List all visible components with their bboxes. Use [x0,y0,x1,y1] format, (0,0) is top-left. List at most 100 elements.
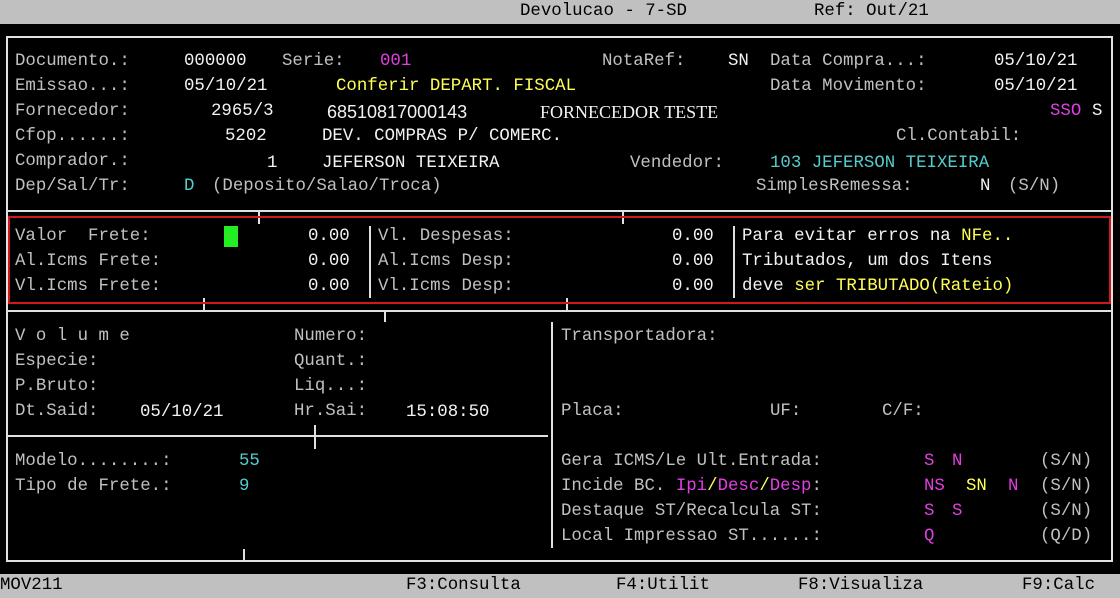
incide-field-desc[interactable]: SN [966,474,987,499]
destaque-st-field-2[interactable]: S [952,499,962,524]
comprador-label: Comprador.: [15,152,130,171]
cf-label: C/F: [882,402,924,421]
cfop-description: DEV. COMPRAS P/ COMERC. [322,127,563,146]
comprador-code-field[interactable]: 1 [267,151,277,176]
divider-freight [6,310,1113,312]
hr-sai-field[interactable]: 15:08:50 [406,400,490,425]
modelo-label: Modelo........: [15,452,172,471]
data-compra-field[interactable]: 05/10/21 [994,49,1078,74]
destaque-st-field-1[interactable]: S [924,499,934,524]
vl-icms-desp-label: Vl.Icms Desp: [378,277,514,296]
vendedor-field[interactable]: 103 JEFERSON TEIXEIRA [770,151,989,176]
local-impressao-field[interactable]: Q [924,524,934,549]
conferir-message: Conferir DEPART. FISCAL [336,77,577,96]
fornecedor-name: FORNECEDOR TESTE [540,102,719,122]
al-icms-desp-field[interactable]: 0.00 [672,249,714,274]
modelo-field[interactable]: 55 [239,449,260,474]
vl-icms-frete-label: Vl.Icms Frete: [15,277,162,296]
gera-icms-options: (S/N) [1040,452,1093,471]
warning-line-2: Tributados, um dos Itens [742,252,993,271]
uf-label: UF: [770,402,802,421]
tick-mark [384,310,386,322]
emissao-field[interactable]: 05/10/21 [184,74,268,99]
destaque-st-options: (S/N) [1040,502,1093,521]
program-code: MOV211 [0,576,63,595]
divider-volume [8,435,548,437]
volume-heading: V o l u m e [15,327,130,346]
vl-despesas-field[interactable]: 0.00 [672,224,714,249]
dt-said-label: Dt.Said: [15,402,99,421]
vl-despesas-label: Vl. Despesas: [378,227,514,246]
incide-bc-line: Incide BC. Ipi/Desc/Desp: [561,474,822,499]
liq-label: Liq...: [294,377,368,396]
reference-period: Ref: Out/21 [814,2,929,21]
tipo-frete-field[interactable]: 9 [239,474,249,499]
serie-label: Serie: [282,52,345,71]
f8-visualiza-key[interactable]: F8:Visualiza [798,574,923,598]
f9-calc-key[interactable]: F9:Calc [1022,574,1095,598]
al-icms-desp-label: Al.Icms Desp: [378,252,514,271]
dep-sal-tr-options: (Deposito/Salao/Troca) [212,177,442,196]
warning-line-3-text: deve [742,277,795,296]
cl-contabil-label: Cl.Contabil: [896,127,1022,146]
hr-sai-label: Hr.Sai: [294,402,368,421]
valor-frete-label: Valor Frete: [15,227,151,246]
sso-flag-last: S [1092,102,1103,121]
incide-field-desp[interactable]: N [1008,474,1018,499]
incide-desc: Desc [717,477,760,496]
cfop-field[interactable]: 5202 [225,124,267,149]
dep-sal-tr-field[interactable]: D [184,174,194,199]
simples-remessa-field[interactable]: N [980,174,990,199]
local-impressao-options: (Q/D) [1040,527,1093,546]
divider-transport [551,322,553,548]
fornecedor-label: Fornecedor: [15,102,130,121]
warning-tributado: ser TRIBUTADO(Rateio) [794,277,1014,296]
gera-icms-field-1[interactable]: S [924,449,934,474]
simples-remessa-label: SimplesRemessa: [756,177,913,196]
sso-flags: SSO [1050,102,1082,121]
incide-slash-1: / [707,477,718,496]
warning-line-1-text: Para evitar erros na [742,227,962,246]
documento-field[interactable]: 000000 [184,49,247,74]
vl-icms-desp-field[interactable]: 0.00 [672,274,714,299]
destaque-st-label: Destaque ST/Recalcula ST: [561,502,822,521]
divider-header [6,210,1113,212]
vl-icms-frete-field[interactable]: 0.00 [308,274,350,299]
warning-nfe: NFe.. [961,227,1014,246]
data-movimento-field[interactable]: 05/10/21 [994,74,1078,99]
data-compra-label: Data Compra...: [770,52,927,71]
function-key-bar: MOV211 F3:Consulta F4:Utilit F8:Visualiz… [0,574,1120,598]
incide-slash-2: / [759,477,770,496]
numero-label: Numero: [294,327,368,346]
valor-frete-field[interactable]: 0.00 [308,224,350,249]
vendedor-label: Vendedor: [630,154,724,173]
dep-sal-tr-label: Dep/Sal/Tr: [15,177,130,196]
gera-icms-field-2[interactable]: N [952,449,962,474]
data-movimento-label: Data Movimento: [770,77,927,96]
incide-ipi: Ipi [675,477,708,496]
incide-options: (S/N) [1040,477,1093,496]
placa-label: Placa: [561,402,624,421]
title-bar: Devolucao - 7-SD Ref: Out/21 [0,0,1120,24]
f3-consulta-key[interactable]: F3:Consulta [406,574,521,598]
incide-colon: : [811,477,822,496]
documento-label: Documento.: [15,52,130,71]
text-cursor [224,226,238,247]
notaref-field[interactable]: SN [728,49,749,74]
emissao-label: Emissao...: [15,77,130,96]
comprador-name: JEFERSON TEIXEIRA [322,154,500,173]
tick-mark [314,425,316,449]
tipo-frete-label: Tipo de Frete.: [15,477,172,496]
incide-field-ipi[interactable]: NS [924,474,945,499]
fornecedor-code-field[interactable]: 2965/3 [211,99,274,124]
warning-line-3: deve ser TRIBUTADO(Rateio) [742,274,1013,299]
al-icms-frete-label: Al.Icms Frete: [15,252,162,271]
dt-said-field[interactable]: 05/10/21 [140,400,224,425]
incide-bc-label: Incide BC. [561,477,666,496]
f4-utilit-key[interactable]: F4:Utilit [616,574,710,598]
tick-mark [243,549,245,561]
transportadora-label: Transportadora: [561,327,718,346]
serie-field[interactable]: 001 [380,49,411,74]
incide-desp: Desp [769,477,812,496]
al-icms-frete-field[interactable]: 0.00 [308,249,350,274]
